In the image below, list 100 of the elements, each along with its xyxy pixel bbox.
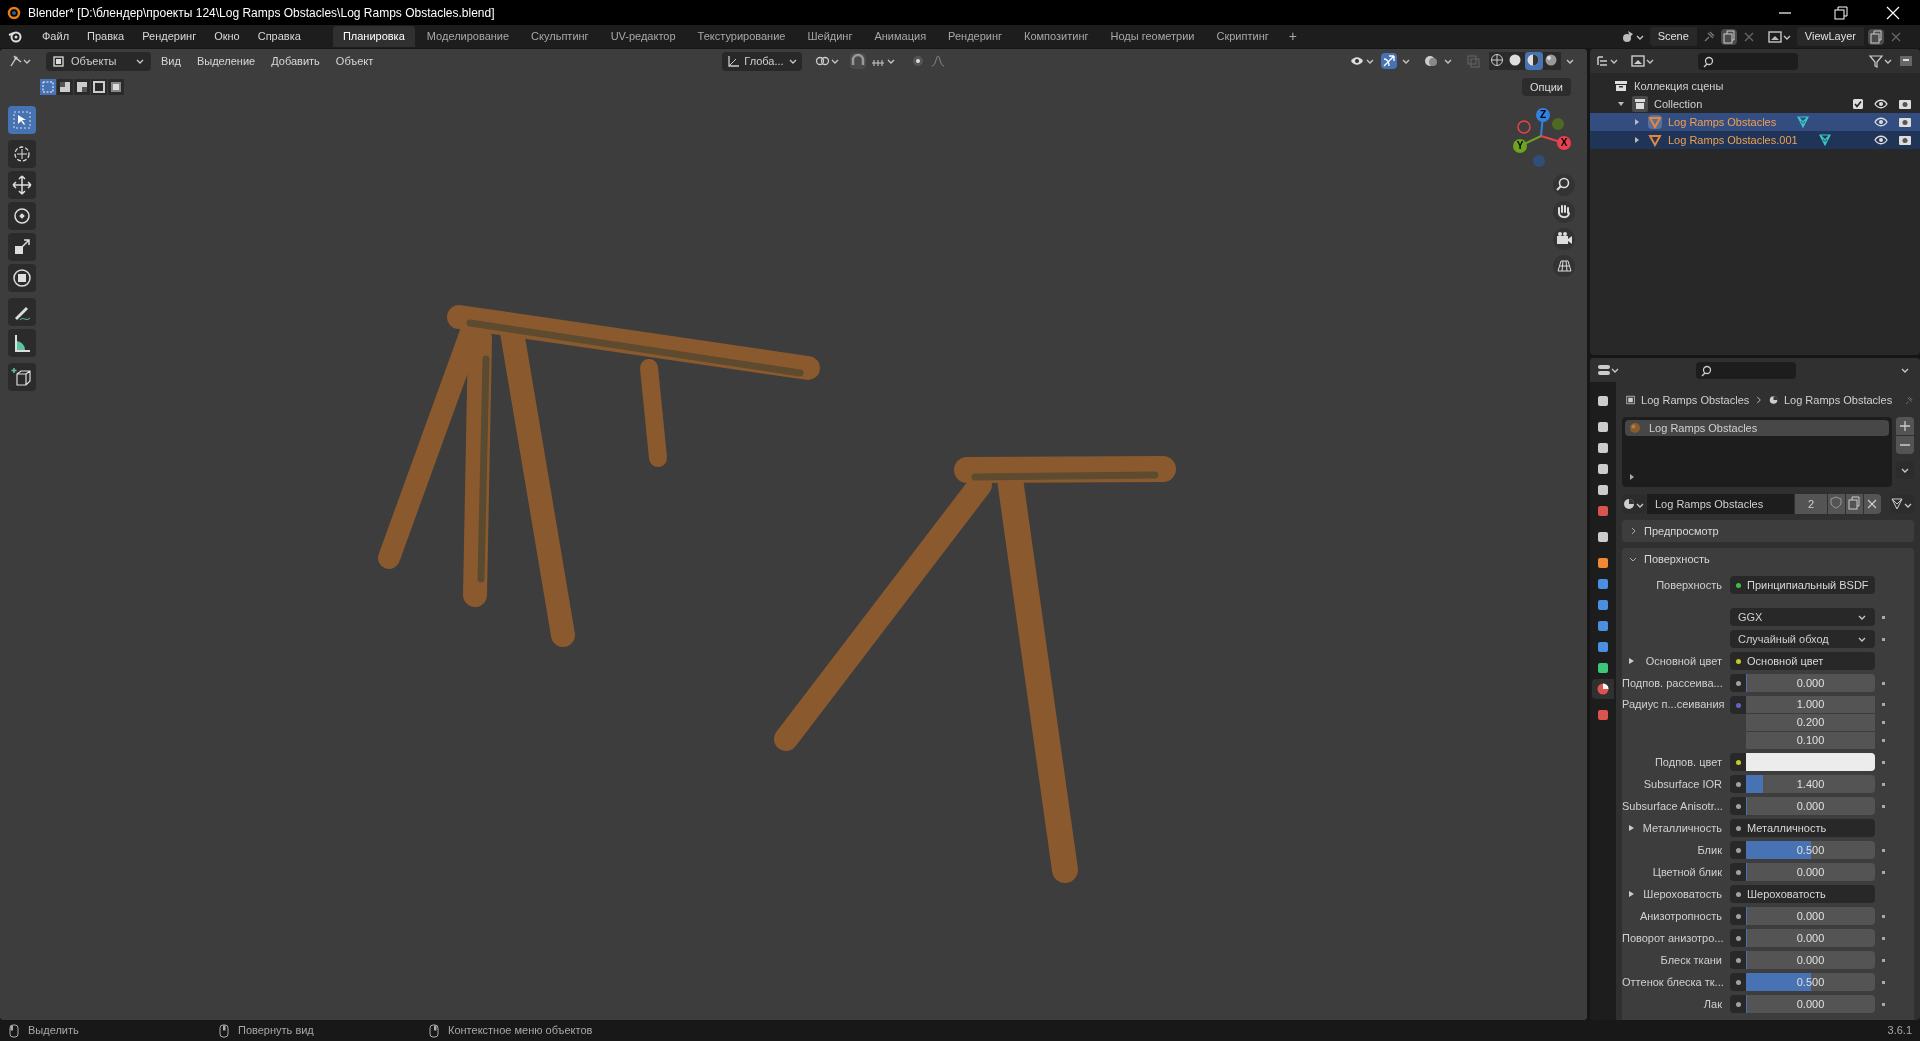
menu-item[interactable]: Окно bbox=[206, 26, 248, 47]
value-slider[interactable]: 0.000 bbox=[1746, 929, 1875, 947]
select-mode-icon[interactable] bbox=[57, 79, 73, 95]
value-slider[interactable]: 0.000 bbox=[1746, 797, 1875, 815]
enum-dropdown[interactable]: GGX bbox=[1730, 608, 1875, 626]
gizmo-icon[interactable] bbox=[1381, 53, 1397, 69]
transform-icon[interactable] bbox=[8, 264, 36, 292]
socket-link-button[interactable]: Шероховатость bbox=[1730, 885, 1875, 903]
name-field[interactable]: ViewLayer bbox=[1796, 27, 1864, 46]
material-name-field[interactable]: Log Ramps Obstacles bbox=[1647, 494, 1794, 514]
vector-field[interactable]: 1.000 bbox=[1746, 696, 1875, 713]
outliner-item[interactable]: Коллекция сцены bbox=[1634, 77, 1724, 95]
value-slider[interactable]: 0.000 bbox=[1746, 951, 1875, 969]
copy-icon[interactable] bbox=[1720, 28, 1737, 45]
add-cube-icon[interactable] bbox=[8, 363, 36, 391]
mesh-data-icon[interactable] bbox=[1890, 495, 1914, 513]
socket-link-button[interactable]: Принципиальный BSDF bbox=[1730, 576, 1875, 594]
search-field[interactable] bbox=[1698, 52, 1798, 70]
value-slider[interactable]: 0.000 bbox=[1746, 995, 1875, 1013]
expand-arrow-icon[interactable] bbox=[1628, 657, 1636, 665]
material-shading-icon[interactable] bbox=[1525, 52, 1543, 70]
copy-icon[interactable] bbox=[1868, 28, 1884, 45]
overlay-icon[interactable] bbox=[1423, 53, 1439, 69]
material-icon[interactable] bbox=[1622, 494, 1646, 514]
mesh-data-icon[interactable] bbox=[1817, 133, 1832, 147]
panel-header[interactable]: Предпросмотр bbox=[1622, 520, 1914, 542]
wireframe-shading-icon[interactable] bbox=[1489, 52, 1507, 70]
annotate-icon[interactable] bbox=[8, 298, 36, 326]
outliner-row[interactable]: Log Ramps Obstacles.001 bbox=[1590, 131, 1920, 149]
eye-icon[interactable] bbox=[1874, 115, 1888, 129]
workspace-tab[interactable]: Скульптинг bbox=[521, 26, 599, 47]
workspace-tab[interactable]: Моделирование bbox=[416, 26, 520, 47]
new-collection-icon[interactable] bbox=[1898, 53, 1914, 69]
add-workspace-button[interactable]: + bbox=[1280, 26, 1305, 47]
eye-icon[interactable] bbox=[1874, 97, 1888, 111]
checkbox-checked-icon[interactable] bbox=[1852, 98, 1864, 110]
workspace-tab[interactable]: Планировка bbox=[332, 26, 415, 47]
menu-item[interactable]: Добавить bbox=[265, 52, 326, 70]
name-field[interactable]: Scene bbox=[1649, 27, 1697, 46]
camera-icon[interactable] bbox=[1898, 133, 1912, 147]
vector-field[interactable]: 0.100 bbox=[1746, 732, 1875, 749]
workspace-tab[interactable]: Текстурирование bbox=[687, 26, 796, 47]
menu-item[interactable]: Вид bbox=[155, 52, 187, 70]
menu-item[interactable]: Файл bbox=[34, 26, 78, 47]
options-dropdown[interactable]: Опции bbox=[1521, 78, 1571, 96]
menu-item[interactable]: Рендеринг bbox=[134, 26, 205, 47]
outliner-row[interactable]: Log Ramps Obstacles bbox=[1590, 113, 1920, 131]
expand-arrow-icon[interactable] bbox=[1628, 473, 1636, 481]
search-field[interactable] bbox=[1696, 361, 1796, 379]
select-mode-icon[interactable] bbox=[108, 79, 124, 95]
expand-arrow-icon[interactable] bbox=[1628, 890, 1636, 898]
value-slider[interactable]: 0.000 bbox=[1746, 674, 1875, 692]
properties-tab[interactable] bbox=[1592, 679, 1614, 699]
plus-icon[interactable] bbox=[1896, 417, 1914, 435]
move-icon[interactable] bbox=[8, 171, 36, 199]
rotate-icon[interactable] bbox=[8, 202, 36, 230]
filter-icon[interactable] bbox=[1868, 53, 1894, 69]
solid-shading-icon[interactable] bbox=[1507, 52, 1525, 70]
value-slider[interactable]: 0.000 bbox=[1746, 863, 1875, 881]
socket-link-button[interactable]: Основной цвет bbox=[1730, 652, 1875, 670]
mesh-data-icon[interactable] bbox=[1796, 115, 1811, 129]
workspace-tab[interactable]: Анимация bbox=[864, 26, 937, 47]
material-slot-list[interactable]: Log Ramps Obstacles bbox=[1622, 417, 1892, 487]
workspace-tab[interactable]: Ноды геометрии bbox=[1100, 26, 1205, 47]
menu-item[interactable]: Выделение bbox=[190, 52, 262, 70]
select-mode-icon[interactable] bbox=[74, 79, 90, 95]
panel-header[interactable]: Поверхность bbox=[1622, 548, 1914, 570]
property-label: Поворот анизотро... bbox=[1622, 930, 1724, 946]
select-mode-icon[interactable] bbox=[91, 79, 107, 95]
menu-item[interactable]: Справка bbox=[249, 26, 309, 47]
eye-icon[interactable] bbox=[1874, 133, 1888, 147]
color-swatch[interactable] bbox=[1746, 753, 1875, 771]
material-slot[interactable]: Log Ramps Obstacles bbox=[1625, 420, 1889, 436]
outliner-item[interactable]: Collection bbox=[1654, 95, 1703, 113]
scale-icon[interactable] bbox=[8, 233, 36, 261]
value-slider[interactable]: 1.400 bbox=[1746, 775, 1875, 793]
expand-arrow-icon[interactable] bbox=[1628, 824, 1636, 832]
workspace-tab[interactable]: Композитинг bbox=[1014, 26, 1099, 47]
measure-icon[interactable] bbox=[8, 329, 36, 357]
vector-field[interactable]: 0.200 bbox=[1746, 714, 1875, 731]
breadcrumb-item[interactable]: Log Ramps Obstacles bbox=[1641, 391, 1750, 409]
socket-link-button[interactable]: Металличность bbox=[1730, 819, 1875, 837]
restore-icon[interactable] bbox=[1832, 3, 1850, 22]
menu-item[interactable]: Правка bbox=[79, 26, 133, 47]
copy-icon[interactable] bbox=[1846, 494, 1863, 514]
select-box-icon[interactable] bbox=[8, 106, 36, 134]
workspace-tab[interactable]: Шейдинг bbox=[797, 26, 863, 47]
workspace-tab[interactable]: UV-редактор bbox=[600, 26, 686, 47]
caret-icon[interactable] bbox=[1896, 461, 1914, 479]
rendered-shading-icon[interactable] bbox=[1543, 52, 1561, 70]
workspace-tab[interactable]: Рендеринг bbox=[938, 26, 1013, 47]
camera-icon[interactable] bbox=[1898, 97, 1912, 111]
camera-icon[interactable] bbox=[1898, 115, 1912, 129]
menu-item[interactable]: Объект bbox=[329, 52, 380, 70]
cursor-icon[interactable] bbox=[8, 140, 36, 168]
enum-dropdown[interactable]: Случайный обход bbox=[1730, 630, 1875, 648]
workspace-tab[interactable]: Скриптинг bbox=[1206, 26, 1279, 47]
value-slider[interactable]: 0.000 bbox=[1746, 907, 1875, 925]
minus-icon[interactable] bbox=[1896, 436, 1914, 454]
breadcrumb-item[interactable]: Log Ramps Obstacles bbox=[1783, 391, 1893, 409]
